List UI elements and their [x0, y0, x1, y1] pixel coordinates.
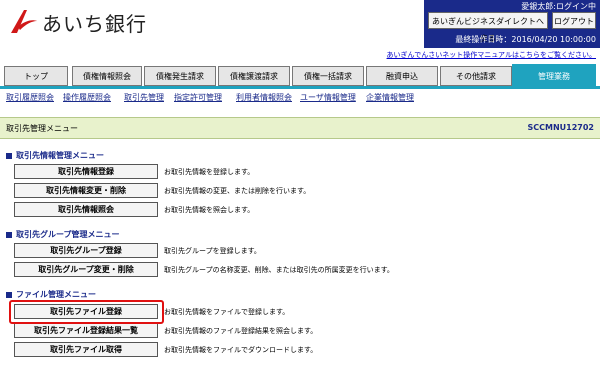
last-operation-time: 最終操作日時：2016/04/20 10:00:00 — [455, 35, 596, 44]
tab-admin[interactable]: 管理業務 — [512, 64, 596, 88]
manual-link[interactable]: あいぎんでんさいネット操作マニュアルはこちらをご覧ください。 — [387, 50, 596, 60]
sub-navigation: 取引履歴照会 操作履歴照会 取引先管理 指定許可管理 利用者情報照会 ユーザ情報… — [0, 90, 600, 104]
logged-in-user: 愛銀太郎:ログイン中 — [521, 2, 596, 11]
bullet-square-icon — [6, 231, 12, 238]
subnav-company-info-management[interactable]: 企業情報管理 — [366, 92, 414, 103]
section-heading-partner-group: 取引先グループ管理メニュー — [6, 229, 120, 240]
subnav-user-info-inquiry[interactable]: 利用者情報照会 — [236, 92, 292, 103]
partner-info-register-button[interactable]: 取引先情報登録 — [14, 164, 158, 179]
subnav-operation-history[interactable]: 操作履歴照会 — [63, 92, 111, 103]
page-title: 取引先管理メニュー — [6, 124, 78, 133]
partner-info-edit-delete-button[interactable]: 取引先情報変更・削除 — [14, 183, 158, 198]
partner-info-inquiry-button[interactable]: 取引先情報照会 — [14, 202, 158, 217]
subnav-transaction-history[interactable]: 取引履歴照会 — [6, 92, 54, 103]
main-tabs: トップ 債権情報照会 債権発生請求 債権譲渡請求 債権一括請求 融資申込 その他… — [4, 64, 596, 88]
bank-logo-icon — [11, 10, 37, 33]
menu-description: お取引先情報を登録します。 — [164, 168, 255, 176]
menu-description: 取引先グループを登録します。 — [164, 247, 261, 255]
return-portal-button[interactable]: あいぎんビジネスダイレクトへ戻る — [428, 12, 548, 43]
tab-claim-issue[interactable]: 債権発生請求 — [144, 66, 216, 86]
menu-description: お取引先情報の変更、または削除を行います。 — [164, 187, 311, 195]
logout-button[interactable]: ログアウト — [552, 12, 596, 29]
menu-description: お取引先情報をファイルでダウンロードします。 — [164, 346, 318, 354]
tab-other-requests[interactable]: その他請求 — [440, 66, 512, 86]
menu-description: 取引先グループの名称変更、削除、または取引先の所属変更を行います。 — [164, 266, 394, 274]
tab-claim-inquiry[interactable]: 債権情報照会 — [72, 66, 142, 86]
subnav-user-info-management[interactable]: ユーザ情報管理 — [300, 92, 356, 103]
bullet-square-icon — [6, 291, 12, 298]
partner-group-register-button[interactable]: 取引先グループ登録 — [14, 243, 158, 258]
bank-logo[interactable]: あいち銀行 — [8, 6, 147, 38]
partner-file-download-button[interactable]: 取引先ファイル取得 — [14, 342, 158, 357]
section-heading-file-management: ファイル管理メニュー — [6, 289, 96, 300]
tab-top[interactable]: トップ — [4, 66, 68, 86]
page-title-bar: 取引先管理メニュー SCCMNU12702 — [0, 117, 600, 139]
tab-loan-application[interactable]: 融資申込 — [366, 66, 438, 86]
tab-underline — [0, 86, 600, 89]
tab-claim-transfer[interactable]: 債権譲渡請求 — [218, 66, 290, 86]
tab-claim-bulk[interactable]: 債権一括請求 — [292, 66, 364, 86]
highlight-frame — [9, 300, 164, 324]
section-heading-partner-info: 取引先情報管理メニュー — [6, 150, 104, 161]
subnav-permission-management[interactable]: 指定許可管理 — [174, 92, 222, 103]
menu-description: お取引先情報を照会します。 — [164, 206, 255, 214]
bank-name: あいち銀行 — [42, 11, 147, 36]
menu-description: お取引先情報をファイルで登録します。 — [164, 308, 290, 316]
header: あいち銀行 愛銀太郎:ログイン中 あいぎんビジネスダイレクトへ戻る ログアウト … — [0, 0, 600, 62]
partner-group-edit-delete-button[interactable]: 取引先グループ変更・削除 — [14, 262, 158, 277]
partner-file-result-list-button[interactable]: 取引先ファイル登録結果一覧 — [14, 323, 158, 338]
subnav-partner-management[interactable]: 取引先管理 — [124, 92, 164, 103]
bullet-square-icon — [6, 152, 12, 159]
menu-description: お取引先情報のファイル登録結果を照会します。 — [164, 327, 318, 335]
user-panel: 愛銀太郎:ログイン中 あいぎんビジネスダイレクトへ戻る ログアウト 最終操作日時… — [424, 0, 600, 48]
screen-id: SCCMNU12702 — [527, 123, 595, 132]
